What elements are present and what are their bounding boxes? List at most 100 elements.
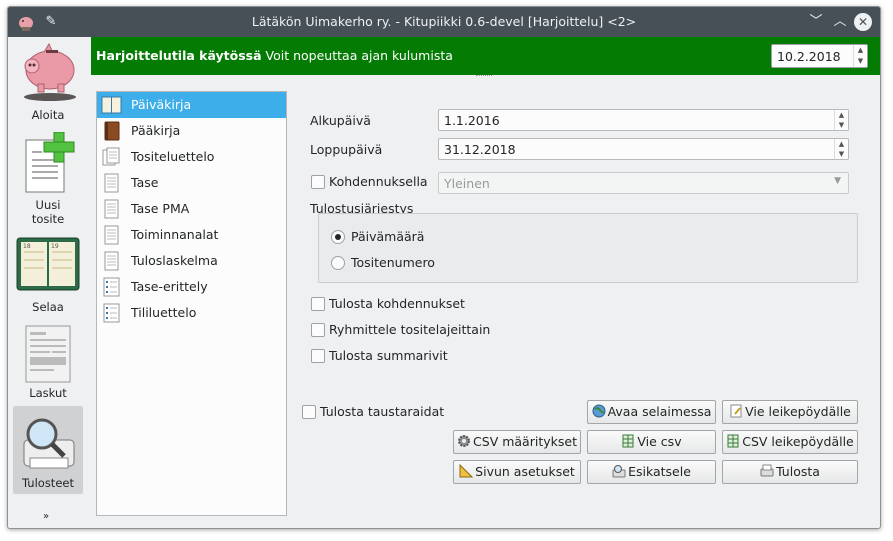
banner-bold-text: Harjoittelutila käytössä: [96, 48, 262, 63]
order-number-label: Tositenumero: [351, 255, 435, 270]
export-csv-button[interactable]: Vie csv: [587, 430, 716, 454]
copy-clipboard-button[interactable]: Vie leikepöydälle: [722, 400, 858, 424]
csv-clipboard-label: CSV leikepöydälle: [742, 434, 854, 449]
sidebar-item-label: Laskut: [29, 386, 67, 400]
order-number-radio[interactable]: [331, 256, 345, 270]
list-item-label: Tase-erittely: [131, 279, 208, 294]
print-label: Tulosta: [776, 464, 820, 479]
training-mode-banner: Harjoittelutila käytössä Voit nopeuttaa …: [91, 37, 880, 75]
document-icon: [104, 251, 119, 271]
simulated-date-input[interactable]: 10.2.2018 ▲ ▼: [771, 44, 868, 68]
gear-icon: [458, 435, 471, 447]
list-item[interactable]: Tase-erittely: [97, 274, 286, 300]
print-order-group: Päivämäärä Tositenumero: [318, 213, 858, 283]
print-button[interactable]: Tulosta: [722, 460, 858, 484]
group-types-label: Ryhmittele tositelajeittain: [329, 322, 491, 337]
summary-rows-label: Tulosta summarivit: [329, 348, 448, 363]
list-item-label: Toiminnanalat: [131, 227, 219, 242]
list-item[interactable]: Pääkirja: [97, 118, 286, 144]
csv-settings-label: CSV määritykset: [473, 434, 577, 449]
splitter-handle[interactable]: [476, 75, 492, 79]
print-preview-icon: [23, 418, 75, 469]
list-item[interactable]: Tositeluettelo: [97, 144, 286, 170]
page-settings-button[interactable]: Sivun asetukset: [453, 460, 581, 484]
end-date-input[interactable]: 31.12.2018 ▲ ▼: [438, 138, 849, 160]
export-csv-label: Vie csv: [637, 434, 682, 449]
print-preview-icon: [612, 465, 626, 478]
list-item[interactable]: Tuloslaskelma: [97, 248, 286, 274]
allocation-checkbox[interactable]: [311, 175, 325, 189]
date-spinner-icon[interactable]: ▲ ▼: [853, 45, 867, 67]
allocation-select-value: Yleinen: [444, 176, 490, 191]
printer-icon: [760, 464, 774, 477]
list-item[interactable]: Tase PMA: [97, 196, 286, 222]
list-item-label: Pääkirja: [131, 123, 181, 138]
start-date-value: 1.1.2016: [444, 113, 500, 128]
ledger-book-icon: 18 19: [16, 237, 80, 291]
sidebar-item-aloita[interactable]: Aloita: [13, 40, 83, 124]
spreadsheet-icon: [727, 434, 739, 448]
list-document-icon: [103, 277, 120, 297]
start-date-spinner-icon[interactable]: ▲ ▼: [834, 110, 848, 130]
list-item[interactable]: Tililuettelo: [97, 300, 286, 326]
sidebar-item-tulosteet[interactable]: Tulosteet: [13, 406, 83, 494]
list-item[interactable]: Tase: [97, 170, 286, 196]
svg-text:19: 19: [51, 243, 59, 250]
list-item[interactable]: Päiväkirja: [97, 92, 286, 118]
new-document-icon: [25, 132, 75, 193]
maximize-icon[interactable]: ︿: [830, 12, 850, 32]
simulated-date-value: 10.2.2018: [777, 49, 841, 64]
page-setup-icon: [459, 464, 474, 478]
group-types-checkbox[interactable]: [311, 323, 325, 337]
list-item-label: Tase: [131, 175, 159, 190]
order-date-label: Päivämäärä: [351, 229, 425, 244]
close-icon[interactable]: ✕: [854, 13, 872, 31]
end-date-value: 31.12.2018: [444, 142, 516, 157]
sidebar-item-laskut[interactable]: Laskut: [13, 324, 83, 402]
sidebar-more-icon[interactable]: »: [43, 511, 49, 522]
sidebar-item-label: Selaa: [32, 300, 64, 314]
open-book-icon: [101, 96, 122, 114]
sidebar-item-selaa[interactable]: 18 19 Selaa: [13, 236, 83, 316]
list-item-label: Tase PMA: [131, 201, 190, 216]
csv-clipboard-button[interactable]: CSV leikepöydälle: [722, 430, 858, 454]
list-item[interactable]: Toiminnanalat: [97, 222, 286, 248]
sidebar-item-uusi-tosite[interactable]: Uusi tosite: [13, 132, 83, 228]
open-browser-label: Avaa selaimessa: [607, 404, 712, 419]
main-window: ✎ Lätäkön Uimakerho ry. - Kitupiikki 0.6…: [7, 6, 881, 529]
invoice-icon: [25, 325, 71, 383]
page-settings-label: Sivun asetukset: [475, 464, 575, 479]
open-browser-button[interactable]: Avaa selaimessa: [587, 400, 716, 424]
banner-message: Voit nopeuttaa ajan kulumista: [261, 48, 453, 63]
list-item-label: Tililuettelo: [131, 305, 197, 320]
piggy-bank-icon: [24, 42, 76, 101]
chevron-down-icon: ▼: [834, 176, 841, 186]
start-date-label: Alkupäivä: [310, 113, 371, 128]
end-date-label: Loppupäivä: [310, 142, 383, 157]
list-item-label: Tositeluettelo: [131, 149, 215, 164]
sidebar: Aloita Uusi tosite 18 19 Selaa Laskut Tu…: [8, 37, 87, 528]
brown-book-icon: [104, 121, 120, 141]
order-date-radio[interactable]: [331, 230, 345, 244]
svg-text:18: 18: [23, 243, 31, 250]
document-icon: [104, 173, 119, 193]
window-title: Lätäkön Uimakerho ry. - Kitupiikki 0.6-d…: [251, 14, 637, 29]
end-date-spinner-icon[interactable]: ▲ ▼: [834, 139, 848, 159]
clipboard-icon: [730, 404, 742, 418]
preview-button[interactable]: Esikatsele: [587, 460, 716, 484]
start-date-input[interactable]: 1.1.2016 ▲ ▼: [438, 109, 849, 131]
minimize-icon[interactable]: ﹀: [806, 12, 826, 32]
background-stripes-checkbox[interactable]: [302, 405, 316, 419]
csv-settings-button[interactable]: CSV määritykset: [453, 430, 581, 454]
report-list: Päiväkirja Pääkirja Tositeluettelo Tase …: [96, 91, 287, 516]
list-document-icon: [103, 303, 120, 323]
spreadsheet-icon: [622, 434, 634, 448]
document-icon: [104, 199, 119, 219]
list-item-label: Päiväkirja: [131, 97, 192, 112]
sidebar-item-label: Uusi tosite: [31, 198, 65, 226]
print-allocations-label: Tulosta kohdennukset: [329, 296, 465, 311]
copy-clipboard-label: Vie leikepöydälle: [745, 404, 851, 419]
preview-label: Esikatsele: [628, 464, 691, 479]
summary-rows-checkbox[interactable]: [311, 349, 325, 363]
print-allocations-checkbox[interactable]: [311, 297, 325, 311]
